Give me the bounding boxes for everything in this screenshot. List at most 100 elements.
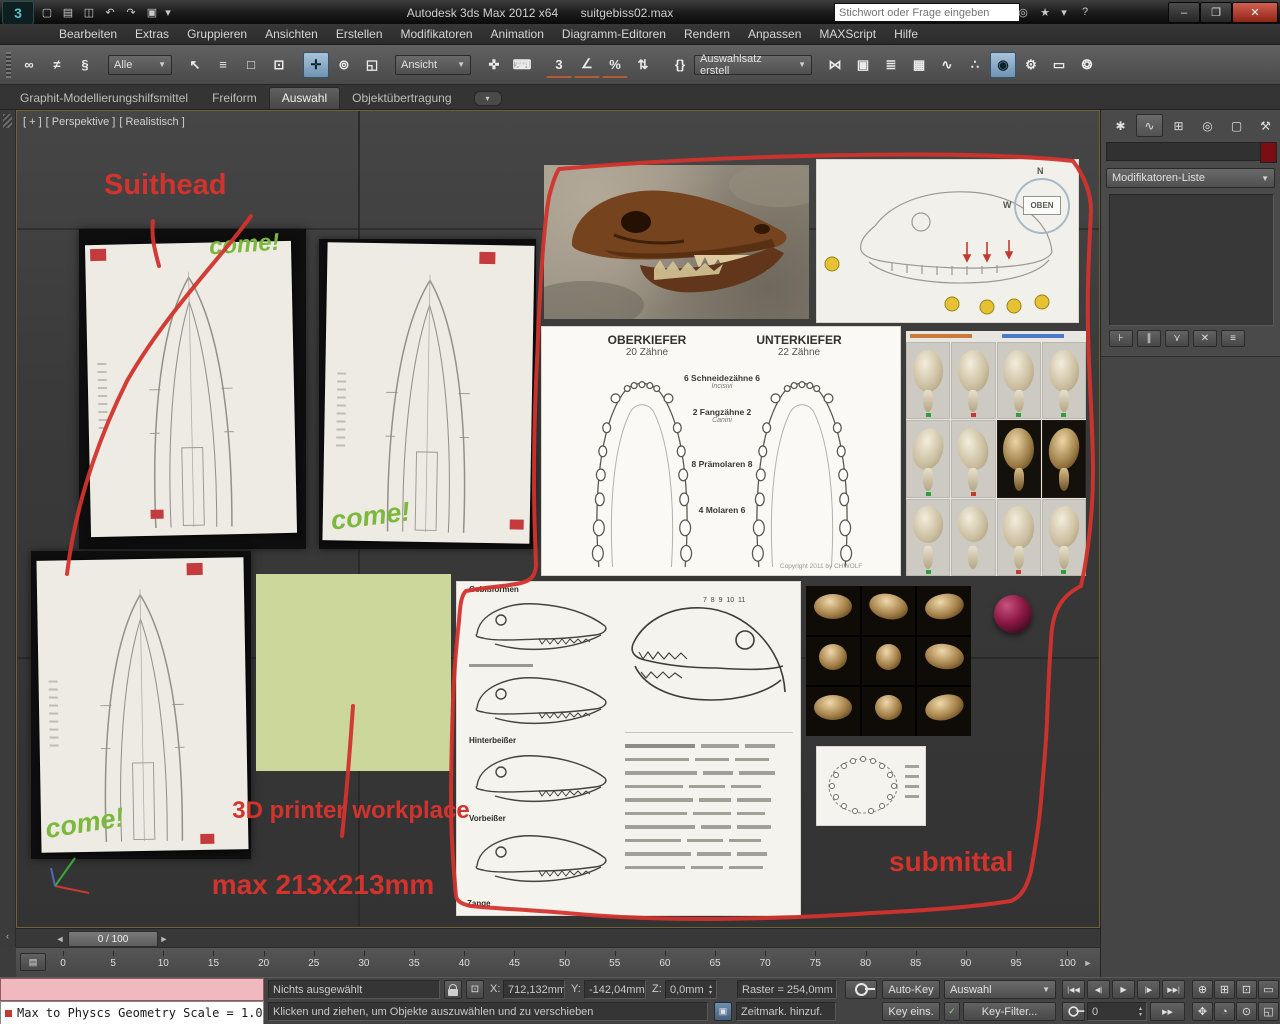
go-to-end-icon[interactable]: ▶▶| (1162, 980, 1185, 999)
key-filter-check-icon[interactable]: ✓ (944, 1002, 960, 1021)
tab-display-icon[interactable]: ▢ (1223, 114, 1250, 137)
select-and-move-icon[interactable]: ✛ (303, 52, 329, 78)
z-coordinate-field[interactable]: 0,0mm▴▾ (665, 980, 717, 999)
align-icon[interactable]: ▣ (850, 52, 876, 78)
open-mini-trackbar-icon[interactable]: ▤ (20, 953, 46, 971)
rendered-frame-window-icon[interactable]: ▭ (1046, 52, 1072, 78)
select-and-manipulate-icon[interactable]: ✜ (481, 52, 507, 78)
time-tag-icon[interactable]: ▣ (714, 1002, 732, 1021)
infocenter-search-icon[interactable]: ◎ (1014, 3, 1032, 21)
new-scene-icon[interactable]: ▢ (38, 3, 56, 21)
zoom-extents-icon[interactable]: ⊡ (1236, 980, 1257, 999)
ribbon-tab-graphit-modellierung[interactable]: Graphit-Modellierungshilfsmittel (8, 88, 200, 109)
maxscript-listener-pane[interactable]: Max to Physcs Geometry Scale = 1.0 (0, 1001, 264, 1024)
minimize-button[interactable]: – (1168, 2, 1200, 23)
menu-rendern[interactable]: Rendern (675, 25, 739, 43)
menu-modifikatoren[interactable]: Modifikatoren (392, 25, 482, 43)
previous-frame-icon[interactable]: ◀| (1087, 980, 1110, 999)
selection-region-icon[interactable]: □ (238, 52, 264, 78)
toolbar-grip[interactable] (6, 52, 11, 78)
remove-modifier-icon[interactable]: ✕ (1193, 330, 1217, 347)
time-slider-handle[interactable]: 0 / 100 (68, 931, 158, 947)
add-time-tag-field[interactable]: Zeitmark. hinzuf. (736, 1002, 836, 1021)
mirror-icon[interactable]: ⋈ (822, 52, 848, 78)
menu-maxscript[interactable]: MAXScript (810, 25, 885, 43)
menu-diagramm-editoren[interactable]: Diagramm-Editoren (553, 25, 675, 43)
ribbon-collapse-icon[interactable]: ▾ (474, 91, 502, 106)
maximize-button[interactable]: ❐ (1200, 2, 1232, 23)
make-unique-icon[interactable]: ⋎ (1165, 330, 1189, 347)
reference-coordinate-dropdown[interactable]: Ansicht▼ (395, 55, 471, 75)
show-end-result-icon[interactable]: ∥ (1137, 330, 1161, 347)
infocenter-dropdown-icon[interactable]: ▾ (1058, 3, 1070, 21)
schematic-view-icon[interactable]: ∴ (962, 52, 988, 78)
angle-snap-icon[interactable]: ∠ (574, 51, 600, 78)
project-folder-icon[interactable]: ▣ (143, 3, 161, 21)
set-key-icon[interactable] (845, 980, 877, 999)
menu-erstellen[interactable]: Erstellen (327, 25, 392, 43)
ruler-scroll-icon[interactable]: ► (1082, 956, 1094, 969)
viewport-perspective[interactable]: [ + ] [ Perspektive ] [ Realistisch ] co… (16, 110, 1100, 928)
infocenter-search-input[interactable] (834, 3, 1020, 22)
menu-extras[interactable]: Extras (126, 25, 178, 43)
layer-manager-icon[interactable]: ≣ (878, 52, 904, 78)
undo-icon[interactable]: ↶ (101, 3, 119, 21)
pan-icon[interactable]: ✥ (1192, 1002, 1213, 1021)
window-crossing-toggle-icon[interactable]: ⊡ (266, 52, 292, 78)
x-coordinate-field[interactable]: 712,132mm▴▾ (503, 980, 565, 999)
configure-modifier-sets-icon[interactable]: ≡ (1221, 330, 1245, 347)
tab-hierarchy-icon[interactable]: ⊞ (1165, 114, 1192, 137)
select-and-scale-icon[interactable]: ◱ (359, 52, 385, 78)
select-object-icon[interactable]: ↖ (182, 52, 208, 78)
sphere-object[interactable] (994, 595, 1032, 633)
key-selection-dropdown[interactable]: Auswahl▼ (944, 980, 1056, 999)
spinner-snap-icon[interactable]: ⇅ (630, 52, 656, 78)
current-frame-field[interactable]: 0▴▾ (1087, 1002, 1147, 1021)
time-slider-track[interactable]: ◄ 0 / 100 ► (16, 928, 1100, 947)
next-frame-icon[interactable]: |▶ (1137, 980, 1160, 999)
zoom-icon[interactable]: ⊕ (1192, 980, 1213, 999)
ribbon-tab-objektuebertragung[interactable]: Objektübertragung (340, 88, 463, 109)
selection-lock-icon[interactable] (444, 980, 462, 999)
maximize-viewport-icon[interactable]: ◱ (1258, 1002, 1279, 1021)
macro-recorder-pane[interactable] (0, 978, 264, 1001)
zoom-region-icon[interactable]: ▭ (1258, 980, 1279, 999)
modifier-stack-list[interactable] (1109, 194, 1274, 326)
keyboard-shortcut-override-icon[interactable]: ⌨ (509, 52, 535, 78)
absolute-mode-icon[interactable]: ⊡ (466, 980, 484, 999)
tab-motion-icon[interactable]: ◎ (1194, 114, 1221, 137)
close-button[interactable]: ✕ (1232, 2, 1278, 23)
tab-create-icon[interactable]: ✱ (1107, 114, 1134, 137)
help-icon[interactable]: ? (1076, 3, 1094, 21)
selection-filter-dropdown[interactable]: Alle▼ (108, 55, 172, 75)
save-file-icon[interactable]: ◫ (80, 3, 98, 21)
open-file-icon[interactable]: ▤ (59, 3, 77, 21)
menu-gruppieren[interactable]: Gruppieren (178, 25, 256, 43)
frame-step-icon[interactable]: ▶▶ (1150, 1002, 1185, 1021)
set-key-button[interactable]: Key eins. (882, 1002, 940, 1021)
timeline-ruler[interactable]: ▤ 05 1015 2025 3035 4045 5055 6065 7075 … (16, 947, 1100, 977)
snap-toggle-icon[interactable]: 3 (546, 51, 572, 78)
modifier-list-dropdown[interactable]: Modifikatoren-Liste▼ (1106, 168, 1275, 188)
named-selection-set-dropdown[interactable]: Auswahlsatz erstell▼ (694, 55, 812, 75)
frame-back-icon[interactable]: ◄ (54, 932, 66, 945)
menu-anpassen[interactable]: Anpassen (739, 25, 810, 43)
render-production-icon[interactable]: ❂ (1074, 52, 1100, 78)
field-of-view-icon[interactable]: ⊙ (1236, 1002, 1257, 1021)
frame-forward-icon[interactable]: ► (158, 932, 170, 945)
app-logo-icon[interactable]: 3 (2, 1, 34, 25)
favorites-icon[interactable]: ★ (1036, 3, 1054, 21)
menu-hilfe[interactable]: Hilfe (885, 25, 927, 43)
viewport-menu-shading[interactable]: [ Realistisch ] (119, 116, 184, 128)
key-filter-button[interactable]: Key-Filter... (963, 1002, 1056, 1021)
y-coordinate-field[interactable]: -142,04mm▴▾ (584, 980, 646, 999)
menu-animation[interactable]: Animation (482, 25, 553, 43)
redo-icon[interactable]: ↷ (122, 3, 140, 21)
tab-modify-icon[interactable]: ∿ (1136, 114, 1163, 137)
tab-utilities-icon[interactable]: ⚒ (1252, 114, 1279, 137)
orbit-icon[interactable]: ◔ (1214, 1002, 1235, 1021)
percent-snap-icon[interactable]: % (602, 51, 628, 78)
object-color-swatch[interactable] (1260, 142, 1277, 163)
menu-bearbeiten[interactable]: Bearbeiten (50, 25, 126, 43)
auto-key-button[interactable]: Auto-Key (882, 980, 940, 999)
